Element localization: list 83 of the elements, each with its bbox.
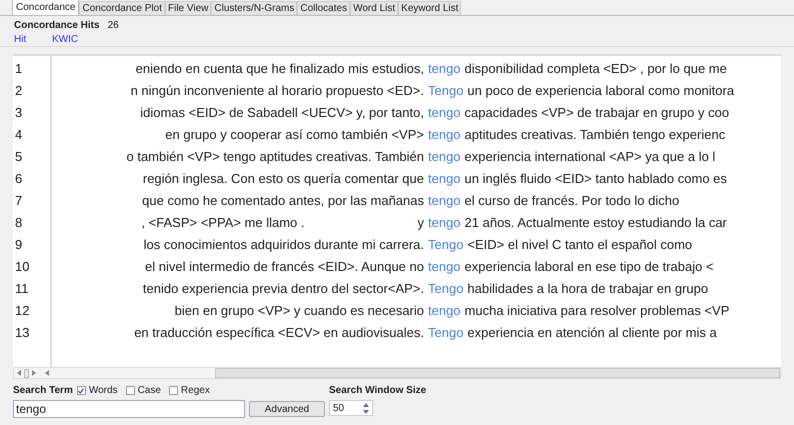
checkbox-label: Case — [138, 384, 161, 398]
tab[interactable]: Keyword List — [398, 1, 462, 15]
right-context: experiencia en atención al cliente por mis a — [467, 324, 717, 342]
spinner-arrows-icon[interactable] — [363, 402, 369, 414]
tab[interactable]: Concordance Plot — [79, 1, 165, 15]
right-context: capacidades <VP> de trabajar en grupo y coo — [464, 104, 730, 122]
right-context: mucha iniciativa para resolver problemas <VP — [464, 302, 730, 320]
horizontal-scrollbar[interactable] — [13, 367, 781, 379]
keyword: tengo — [428, 104, 461, 122]
scroll-left-icon[interactable] — [17, 370, 21, 376]
left-context: y — [418, 214, 424, 232]
left-context: bien en grupo <VP> y cuando es necesario — [174, 302, 424, 320]
column-header[interactable]: KWIC — [52, 32, 78, 47]
checkbox-label: Regex — [180, 384, 210, 398]
advanced-button[interactable]: Advanced — [249, 401, 325, 417]
hit-number: 2 — [14, 82, 24, 100]
hit-number: 8 — [14, 214, 24, 232]
hits-label: Concordance Hits — [14, 18, 100, 32]
right-context: <EID> el nivel C tanto el español como — [467, 236, 692, 254]
right-context: experiencia international <AP> ya que a lo l — [464, 148, 716, 166]
hit-number: 12 — [14, 302, 30, 320]
tab[interactable]: Concordance — [12, 0, 80, 15]
hit-number: 5 — [14, 148, 24, 166]
window-size-label: Search Window Size — [329, 384, 426, 398]
right-context: un inglés fluido <EID> tanto hablado como es — [464, 170, 727, 188]
right-context: habilidades a la hora de trabajar en grupo — [467, 280, 708, 298]
hit-number: 13 — [14, 324, 30, 342]
right-context: disponibilidad completa <ED> , por lo que me — [464, 60, 727, 78]
hits-count: 26 — [108, 18, 119, 32]
tab[interactable]: File View — [164, 1, 212, 15]
keyword: Tengo — [428, 324, 464, 342]
checkbox[interactable] — [168, 386, 178, 395]
left-context: que como he comentado antes, por las mañanas — [142, 192, 424, 210]
left-context: en grupo y cooperar así como también <VP> — [165, 126, 424, 144]
left-context: n ningún inconveniente al horario propuesto <ED>. — [130, 82, 424, 100]
left-context: región inglesa. Con esto os quería comentar que — [142, 170, 424, 188]
keyword: tengo — [428, 170, 461, 188]
keyword: tengo — [428, 60, 461, 78]
left-context: los conocimientos adquiridos durante mi carrera. — [144, 236, 424, 254]
hit-number: 4 — [14, 126, 24, 144]
window-size-spinner[interactable]: 50 — [329, 400, 373, 416]
right-context: un poco de experiencia laboral como monitora — [467, 82, 734, 100]
checkmark-icon — [78, 388, 84, 394]
hit-number: 11 — [14, 280, 30, 298]
hit-number: 3 — [14, 104, 24, 122]
tab[interactable]: Word List — [350, 1, 398, 15]
hit-number: 9 — [14, 236, 24, 254]
right-context: el curso de francés. Por todo lo dicho — [464, 192, 680, 210]
hit-number: 7 — [14, 192, 24, 210]
keyword: tengo — [428, 258, 461, 276]
hit-number: 10 — [14, 258, 30, 276]
scroll-left-icon[interactable] — [45, 370, 49, 376]
keyword: tengo — [428, 214, 461, 232]
tab[interactable]: Clusters/N-Grams — [211, 1, 298, 15]
scroll-right-icon[interactable] — [32, 370, 36, 376]
left-context: el nivel intermedio de francés <EID>. Aunque no — [145, 258, 424, 276]
left-context: tenido experiencia previa dentro del sector<AP>. — [142, 280, 424, 298]
left-context: idiomas <EID> de Sabadell <UECV> y, por tanto, — [140, 104, 424, 122]
tab[interactable]: Collocates — [297, 1, 350, 15]
keyword: tengo — [428, 126, 461, 144]
right-context: experiencia laboral en ese tipo de trabajo < — [464, 258, 714, 276]
column-header[interactable]: Hit — [14, 32, 52, 47]
search-term-label: Search Term — [13, 384, 73, 398]
keyword: Tengo — [428, 280, 464, 298]
right-context: 21 años. Actualmente estoy estudiando la car — [464, 214, 727, 232]
hit-number: 6 — [14, 170, 24, 188]
keyword: tengo — [428, 302, 461, 320]
keyword: tengo — [428, 192, 461, 210]
left-context: , <FASP> <PPA> me llamo . — [141, 214, 304, 232]
scroll-thumb[interactable] — [24, 368, 29, 378]
checkbox[interactable] — [76, 386, 86, 395]
checkbox-label: Words — [88, 384, 118, 398]
right-context: aptitudes creativas. También tengo experienc — [464, 126, 726, 144]
keyword: tengo — [428, 148, 461, 166]
scroll-thumb[interactable] — [215, 368, 780, 378]
checkbox[interactable] — [126, 386, 135, 395]
left-context: en traducción específica <ECV> en audiovisuales. — [134, 324, 424, 342]
left-context: o también <VP> tengo aptitudes creativas. También — [126, 148, 424, 166]
hit-number: 1 — [14, 60, 24, 78]
search-field[interactable]: tengo — [13, 400, 245, 418]
keyword: Tengo — [428, 82, 464, 100]
left-context: eniendo en cuenta que he finalizado mis estudios, — [136, 60, 424, 78]
keyword: Tengo — [428, 236, 464, 254]
